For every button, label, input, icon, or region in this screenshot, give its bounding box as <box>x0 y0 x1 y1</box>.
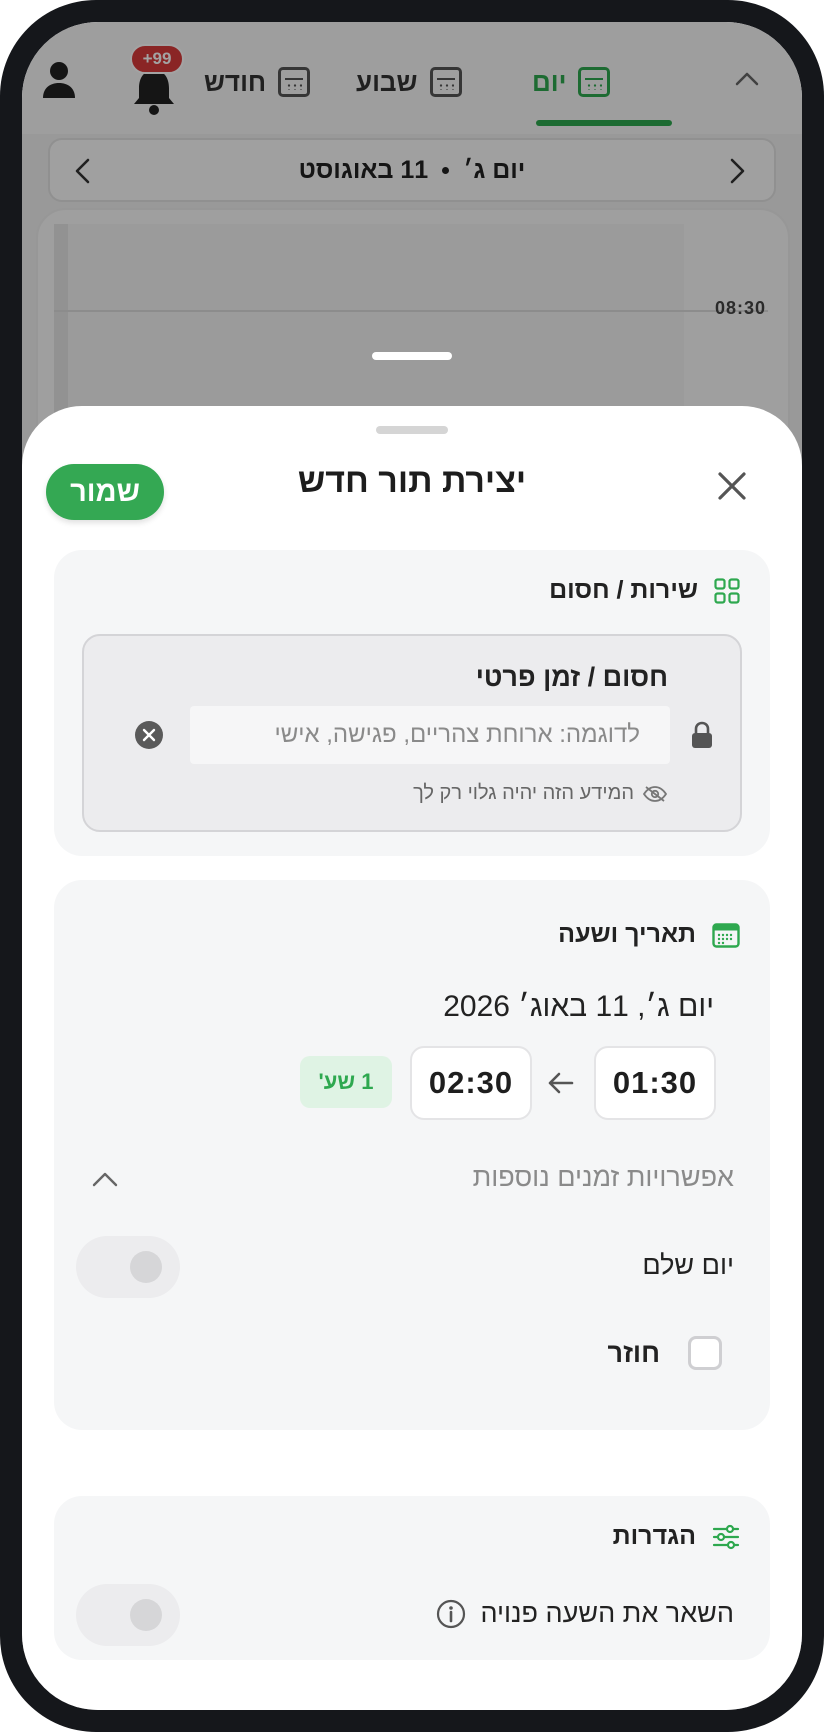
grid-icon <box>714 577 740 604</box>
lock-icon <box>692 721 712 748</box>
new-appointment-sheet: יצירת תור חדש שמור שירות / חסום חסום / ז… <box>22 406 802 1710</box>
keep-free-label: השאר את השעה פנויה <box>436 1598 734 1629</box>
full-day-label-text: יום שלם <box>642 1250 734 1280</box>
service-card: שירות / חסום חסום / זמן פרטי המידע הזה י… <box>54 550 770 856</box>
more-time-options-label: אפשרויות זמנים נוספות <box>472 1162 734 1192</box>
block-description-input[interactable] <box>190 706 670 764</box>
private-block-option[interactable]: חסום / זמן פרטי המידע הזה יהיה גלוי רק ל… <box>82 634 742 832</box>
recurring-row: חוזר <box>608 1336 722 1370</box>
info-icon[interactable] <box>436 1599 466 1629</box>
sheet-drag-handle[interactable] <box>376 426 448 434</box>
duration-badge: 1 שע' <box>300 1056 392 1108</box>
toggle-knob <box>130 1251 162 1283</box>
full-day-row: יום שלם <box>76 1236 734 1302</box>
chevron-up-icon <box>92 1172 118 1187</box>
save-button[interactable]: שמור <box>46 464 164 520</box>
device-frame: יום שבוע חודש +99 יום ג׳ 11 באוגוסט 08:3… <box>0 0 824 1732</box>
settings-card: הגדרות השאר את השעה פנויה <box>54 1496 770 1660</box>
full-day-toggle[interactable] <box>76 1236 180 1298</box>
datetime-card: תאריך ושעה יום ג׳, 11 באוג׳ 2026 01:30 0… <box>54 880 770 1430</box>
arrow-left-icon <box>548 1072 574 1094</box>
recurring-checkbox[interactable] <box>688 1336 722 1370</box>
datetime-card-heading: תאריך ושעה <box>558 920 696 948</box>
close-icon[interactable] <box>712 466 752 506</box>
screen: יום שבוע חודש +99 יום ג׳ 11 באוגוסט 08:3… <box>22 22 802 1710</box>
selected-date[interactable]: יום ג׳, 11 באוג׳ 2026 <box>443 990 714 1024</box>
sheet-title: יצירת תור חדש <box>297 462 527 500</box>
recurring-label: חוזר <box>607 1337 660 1368</box>
calendar-icon <box>712 922 740 948</box>
settings-card-heading: הגדרות <box>612 1522 696 1550</box>
privacy-note: המידע הזה יהיה גלוי רק לך <box>413 782 668 805</box>
keep-free-label-text: השאר את השעה פנויה <box>480 1598 734 1628</box>
sliders-icon <box>712 1524 740 1549</box>
settings-card-header: הגדרות <box>613 1522 740 1551</box>
service-card-header: שירות / חסום <box>549 576 740 605</box>
keep-free-row: השאר את השעה פנויה <box>76 1584 734 1650</box>
datetime-card-header: תאריך ושעה <box>558 920 740 949</box>
block-title: חסום / זמן פרטי <box>475 662 668 692</box>
clear-icon[interactable] <box>134 720 164 750</box>
start-time-field[interactable]: 01:30 <box>594 1046 716 1120</box>
drag-handle[interactable] <box>372 352 452 360</box>
eye-off-icon <box>642 785 668 802</box>
service-card-heading: שירות / חסום <box>549 576 698 604</box>
full-day-label: יום שלם <box>642 1250 734 1281</box>
keep-free-toggle[interactable] <box>76 1584 180 1646</box>
end-time-field[interactable]: 02:30 <box>410 1046 532 1120</box>
privacy-note-text: המידע הזה יהיה גלוי רק לך <box>413 782 634 804</box>
toggle-knob <box>130 1599 162 1631</box>
more-time-options-toggle[interactable]: אפשרויות זמנים נוספות <box>84 1158 734 1202</box>
